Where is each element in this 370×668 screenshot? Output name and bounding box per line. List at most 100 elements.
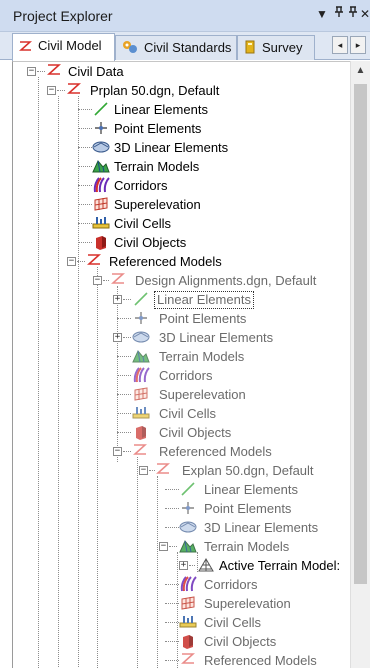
tree-guide [165, 660, 179, 661]
tree-node-label: Corridors [114, 178, 168, 193]
tree-node-civil-cells[interactable]: Civil Cells [13, 404, 343, 423]
tab-scroll-right-button[interactable]: ▸ [350, 36, 366, 54]
tree-node-label: Referenced Models [159, 444, 272, 459]
tree-node-3d-linear-elements[interactable]: + 3D Linear Elements [13, 328, 343, 347]
close-icon[interactable]: ✕ [358, 6, 370, 22]
tree-guide [117, 413, 131, 414]
tree-node-label: Civil Cells [204, 615, 262, 630]
collapse-icon[interactable]: − [139, 466, 148, 475]
tree-node-referenced-models[interactable]: Referenced Models [13, 651, 343, 668]
scroll-up-arrow-icon[interactable]: ▲ [351, 63, 370, 79]
tree-node-label: Linear Elements [204, 482, 298, 497]
tree-node-corridors[interactable]: Corridors [13, 176, 343, 195]
tab-survey[interactable]: Survey [237, 35, 315, 60]
tree-node-label: 3D Linear Elements [114, 140, 229, 155]
tree-node-label: Civil Objects [204, 634, 277, 649]
tree-node-point-elements[interactable]: Point Elements [13, 119, 343, 138]
pin-icon[interactable] [332, 6, 346, 22]
civil-object-icon [180, 633, 198, 650]
tree-node-point-elements[interactable]: Point Elements [13, 499, 343, 518]
tree-node-label: Point Elements [204, 501, 292, 516]
point-element-icon [133, 310, 151, 327]
superelevation-icon [180, 595, 198, 612]
collapse-icon[interactable]: − [67, 257, 76, 266]
collapse-icon[interactable]: − [93, 276, 102, 285]
collapse-icon[interactable]: − [27, 67, 36, 76]
tree-node-explan-file[interactable]: − Explan 50.dgn, Default [13, 461, 343, 480]
tree-node-civil-objects[interactable]: Civil Objects [13, 423, 343, 442]
corridor-icon [92, 177, 110, 194]
tree-node-superelevation[interactable]: Superelevation [13, 195, 343, 214]
expand-icon[interactable]: + [113, 333, 122, 342]
tree-node-label: Referenced Models [109, 254, 222, 269]
tree-node-point-elements[interactable]: Point Elements [13, 309, 343, 328]
tree-node-linear-elements[interactable]: Linear Elements [13, 480, 343, 499]
linear-element-icon [133, 291, 151, 308]
tree-node-corridors[interactable]: Corridors [13, 575, 343, 594]
tree-node-active-terrain-model[interactable]: + Active Terrain Model: [13, 556, 343, 575]
tree-node-civil-objects[interactable]: Civil Objects [13, 632, 343, 651]
tree-node-referenced-models[interactable]: − Referenced Models [13, 252, 343, 271]
tree-guide [189, 565, 195, 566]
tree-guide [123, 337, 131, 338]
superelevation-icon [133, 386, 151, 403]
expand-icon[interactable]: + [179, 561, 188, 570]
tree-node-label: Point Elements [159, 311, 247, 326]
tree-node-civil-cells[interactable]: Civil Cells [13, 613, 343, 632]
tree-node-prplan-file[interactable]: − Prplan 50.dgn, Default [13, 81, 343, 100]
tree-guide [123, 451, 131, 452]
panel-title: Project Explorer [13, 8, 113, 24]
tree-node-corridors[interactable]: Corridors [13, 366, 343, 385]
tree-node-terrain-models[interactable]: Terrain Models [13, 157, 343, 176]
tree-node-linear-elements[interactable]: + Linear Elements [13, 290, 343, 309]
panel-menu-dropdown-icon[interactable]: ▼ [315, 6, 329, 22]
tab-civil-model[interactable]: Civil Model [12, 33, 115, 61]
tree-node-linear-elements[interactable]: Linear Elements [13, 100, 343, 119]
tree-node-label: Terrain Models [204, 539, 290, 554]
tree-node-civil-data[interactable]: − Civil Data [13, 62, 343, 81]
tree-node-label: Linear Elements [154, 291, 254, 309]
tree-node-3d-linear-elements[interactable]: 3D Linear Elements [13, 518, 343, 537]
tree-node-design-alignments-file[interactable]: − Design Alignments.dgn, Default [13, 271, 343, 290]
tree-guide [57, 90, 65, 91]
collapse-icon[interactable]: − [47, 86, 56, 95]
tree-node-label: Prplan 50.dgn, Default [90, 83, 220, 98]
tab-label: Civil Model [38, 38, 102, 53]
tree-node-label: Civil Objects [114, 235, 187, 250]
collapse-icon[interactable]: − [159, 542, 168, 551]
tree-node-label: Corridors [159, 368, 213, 383]
tab-label: Civil Standards [144, 40, 232, 55]
tree-guide [117, 432, 131, 433]
tree-node-civil-objects[interactable]: Civil Objects [13, 233, 343, 252]
tree-node-referenced-models[interactable]: − Referenced Models [13, 442, 343, 461]
tree-node-terrain-models[interactable]: Terrain Models [13, 347, 343, 366]
tree-node-terrain-models[interactable]: − Terrain Models [13, 537, 343, 556]
tree-vertical-scrollbar[interactable]: ▲ [350, 61, 370, 668]
point-element-icon [93, 120, 111, 137]
tree-guide [165, 584, 179, 585]
3d-linear-icon [179, 519, 197, 536]
survey-icon [244, 40, 256, 57]
tree-guide [37, 71, 45, 72]
tree-node-3d-linear-elements[interactable]: 3D Linear Elements [13, 138, 343, 157]
civil-cell-icon [92, 215, 110, 232]
tree-node-superelevation[interactable]: Superelevation [13, 385, 343, 404]
tree-node-civil-cells[interactable]: Civil Cells [13, 214, 343, 233]
tree-node-superelevation[interactable]: Superelevation [13, 594, 343, 613]
tree-guide [169, 546, 177, 547]
tree-node-label: Point Elements [114, 121, 202, 136]
civil-object-icon [133, 424, 151, 441]
tree-node-label: Superelevation [204, 596, 291, 611]
tree-guide [78, 109, 92, 110]
panel-titlebar: Project Explorer ▼ ✕ [0, 0, 370, 32]
collapse-icon[interactable]: − [113, 447, 122, 456]
tree-guide [165, 508, 179, 509]
scrollbar-thumb[interactable] [354, 84, 367, 584]
tab-civil-standards[interactable]: Civil Standards [115, 35, 237, 60]
terrain-model-icon [179, 538, 197, 555]
tree-node-label: Civil Cells [159, 406, 217, 421]
tree-guide [123, 299, 131, 300]
tab-scroll-left-button[interactable]: ◂ [332, 36, 348, 54]
civil-z-icon [66, 82, 85, 99]
expand-icon[interactable]: + [113, 295, 122, 304]
